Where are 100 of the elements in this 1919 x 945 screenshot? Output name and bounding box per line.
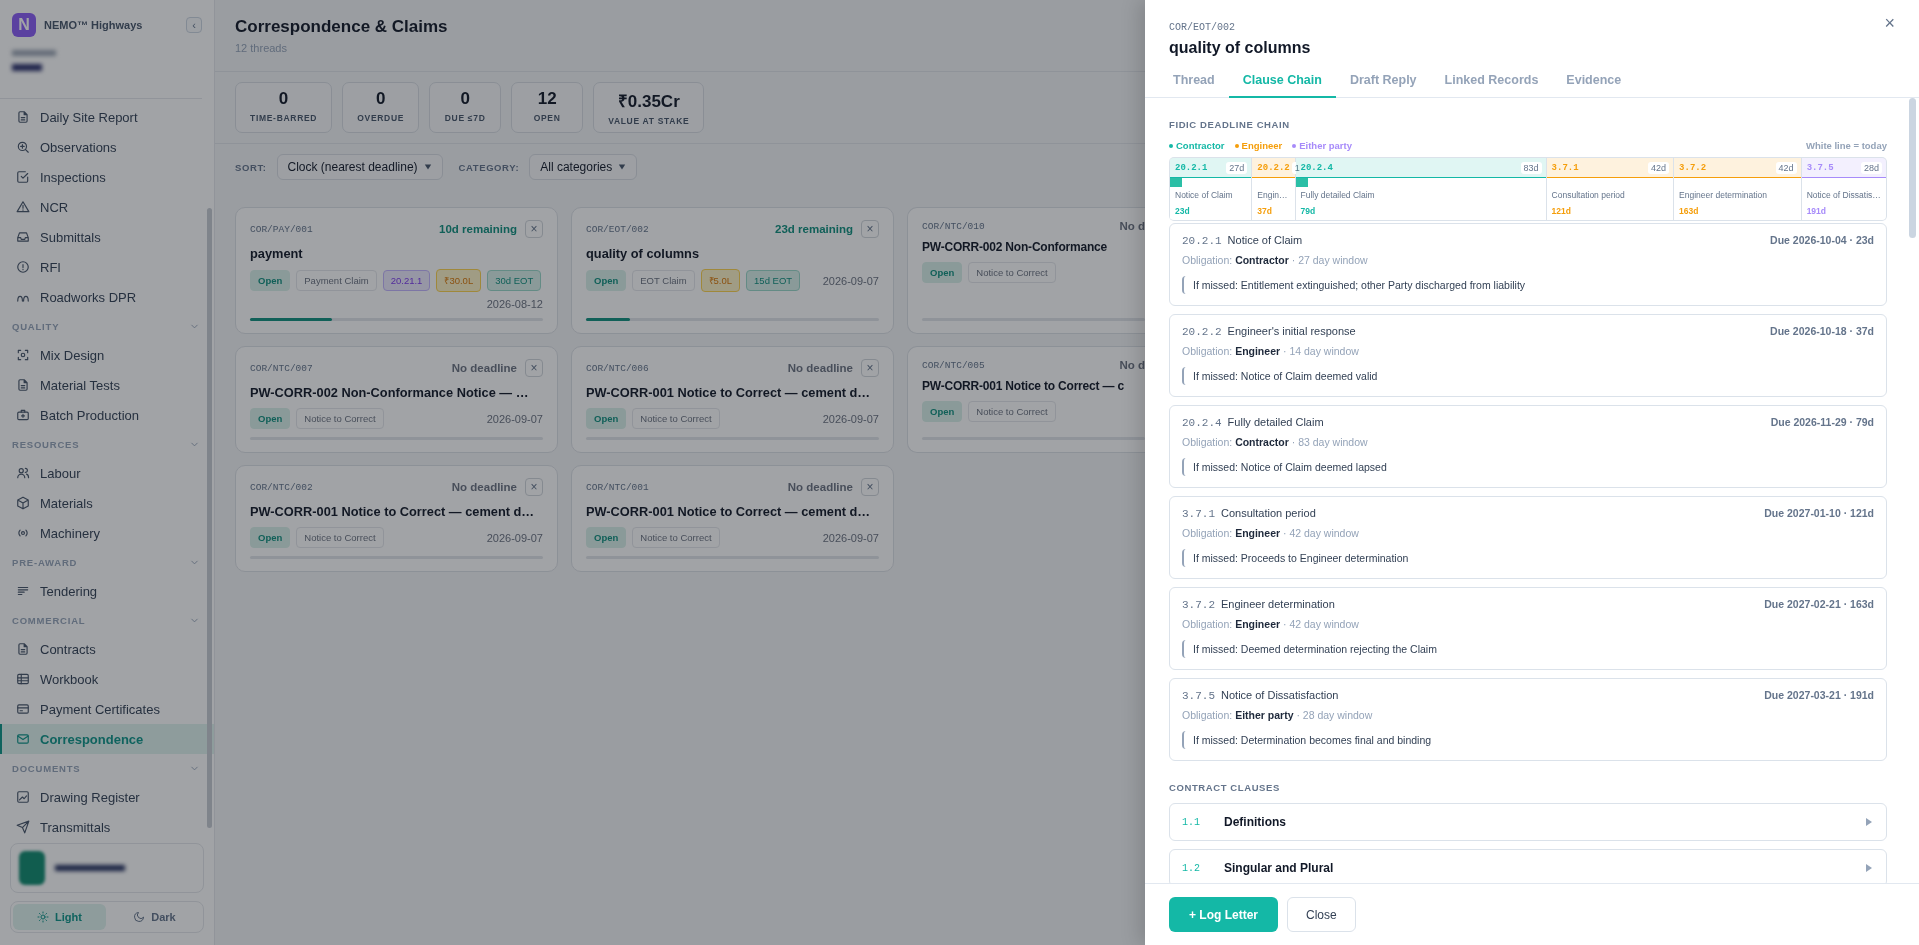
caret-icon (423, 163, 432, 171)
user-card[interactable] (10, 843, 204, 893)
thread-card[interactable]: COR/NTC/005 No d PW-CORR-001 Notice to Correct — c Open Notice to Correct (907, 346, 1145, 453)
sort-dropdown[interactable]: Clock (nearest deadline) (276, 154, 443, 180)
app-name: NEMO™ Highways (44, 19, 144, 31)
scrollbar[interactable] (207, 208, 212, 828)
section-heading: CONTRACT CLAUSES (1169, 782, 1280, 793)
date-text: 2026-08-12 (486, 298, 543, 310)
status-badge: Open (586, 408, 627, 429)
thread-title: PW-CORR-001 Notice to Correct — cement d… (250, 504, 536, 519)
theme-toggle[interactable]: Light Dark (10, 901, 204, 933)
clause-number: 3.7.2 (1182, 599, 1215, 611)
checkbox-icon (16, 170, 30, 184)
scrollbar[interactable] (1909, 98, 1916, 238)
clause-number: 20.2.2 (1257, 162, 1290, 173)
thread-title: payment (250, 246, 304, 261)
thread-card[interactable]: COR/NTC/007 No deadline × PW-CORR-002 Non-Conformance Notice — … Open Notice to Correct 2026-09-07 (235, 346, 558, 453)
segment-label: Notice of Claim (1174, 189, 1234, 200)
table-icon (16, 672, 30, 686)
nav-item[interactable]: Inspections (0, 162, 214, 192)
clause-number: 3.7.1 (1182, 508, 1215, 520)
deadline-status: 23d remaining (775, 223, 853, 235)
dismiss-button[interactable]: × (525, 478, 543, 496)
status-badge: Open (586, 270, 627, 291)
category-dropdown[interactable]: All categories (529, 154, 638, 180)
section-heading: COMMERCIAL (12, 614, 86, 626)
amount-tag: ₹5.0L (700, 269, 741, 292)
blurred-text (12, 64, 42, 71)
clause-row[interactable]: 1.1 Definitions (1169, 803, 1887, 841)
reference-number: COR/NTC/006 (586, 362, 650, 374)
category-tag: Notice to Correct (968, 262, 1056, 283)
collapse-button[interactable]: ‹ (186, 17, 202, 33)
send-icon (16, 820, 30, 834)
close-button[interactable]: Close (1287, 897, 1356, 932)
sun-icon (37, 911, 50, 923)
deadline-title: Consultation period (1221, 507, 1316, 519)
clause-number: 3.7.5 (1806, 162, 1834, 173)
deadline-title: Notice of Dissatisfaction (1221, 689, 1339, 701)
dismiss-button[interactable]: × (861, 220, 879, 238)
theme-option[interactable]: Dark (108, 904, 201, 930)
avatar (19, 851, 45, 885)
thread-card[interactable]: COR/PAY/001 10d remaining × payment Open Payment Claim 20.21.1 ₹30.0L 30d EOT 2026-08-12 (235, 207, 558, 334)
status-badge: Open (250, 270, 291, 291)
obligation-text: Obligation: Contractor · 83 day window (1182, 436, 1369, 448)
obligation-text: Obligation: Engineer · 14 day window (1182, 345, 1360, 357)
thread-title: PW-CORR-001 Notice to Correct — cement d… (586, 385, 872, 400)
day-offset: 163d (1678, 205, 1700, 218)
stat-label: TIME-BARRED (250, 113, 318, 123)
deadline-status: No deadline (451, 481, 517, 493)
thread-card[interactable]: COR/NTC/001 No deadline × PW-CORR-001 Notice to Correct — cement d… Open Notice to Correct 2026-09-07 (571, 465, 894, 572)
date-text: 2026-09-07 (822, 274, 879, 287)
dismiss-button[interactable]: × (861, 359, 879, 377)
warning-icon (16, 200, 30, 214)
consequence-text: If missed: Deemed determination rejecting the Claim (1182, 640, 1874, 658)
section-heading: RESOURCES (12, 438, 80, 450)
deadline-status: No d (1119, 220, 1145, 232)
thread-card[interactable]: COR/NTC/002 No deadline × PW-CORR-001 Notice to Correct — cement d… Open Notice to Correct 2026-09-07 (235, 465, 558, 572)
thread-card[interactable]: COR/NTC/010 No d PW-CORR-002 Non-Conformance Open Notice to Correct (907, 207, 1145, 334)
segment-label: Engineer determination (1678, 189, 1768, 200)
deadline-status: No deadline (787, 481, 853, 493)
thread-card[interactable]: COR/EOT/002 23d remaining × quality of columns Open EOT Claim ₹5.0L 15d EOT 2026-09-07 (571, 207, 894, 334)
day-offset: 37d (1256, 205, 1273, 218)
day-offset: 79d (1299, 205, 1317, 218)
stat-value: 12 (537, 89, 557, 109)
deadline-status: 10d remaining (439, 223, 517, 235)
category-tag: EOT Claim (632, 270, 695, 291)
nav-item[interactable]: Daily Site Report (0, 102, 214, 132)
date-text: 2026-09-07 (486, 412, 543, 425)
moon-icon (133, 911, 146, 923)
filter-label: SORT: (235, 161, 267, 173)
deadline-status: No d (1119, 359, 1145, 371)
consequence-text: If missed: Proceeds to Engineer determination (1182, 549, 1874, 567)
section-heading: QUALITY (12, 320, 60, 332)
zoom-in-icon (16, 140, 30, 154)
dismiss-button[interactable]: × (525, 220, 543, 238)
status-badge: Open (922, 401, 963, 422)
clause-number: 20.2.4 (1182, 417, 1222, 429)
thread-title: quality of columns (586, 246, 701, 261)
users-icon (16, 466, 30, 480)
reference-number: COR/EOT/002 (1169, 22, 1235, 33)
close-button[interactable]: × (1882, 14, 1897, 32)
segment-label: Notice of Dissatis… (1805, 189, 1882, 200)
alert-circle-icon (16, 260, 30, 274)
stat-label: VALUE AT STAKE (608, 116, 690, 126)
nav-item[interactable]: Observations (0, 132, 214, 162)
consequence-text: If missed: Notice of Claim deemed lapsed (1182, 458, 1874, 476)
section-heading: DOCUMENTS (12, 762, 81, 774)
segment-label: Engin… (1256, 189, 1289, 200)
obligation-text: Obligation: Engineer · 42 day window (1182, 527, 1360, 539)
clause-number: 3.7.5 (1182, 690, 1215, 702)
window-badge: 42d (1648, 161, 1670, 174)
thread-card[interactable]: COR/NTC/006 No deadline × PW-CORR-001 Notice to Correct — cement d… Open Notice to Correct 2026-09-07 (571, 346, 894, 453)
obligation-text: Obligation: Engineer · 42 day window (1182, 618, 1360, 630)
caret-icon (618, 163, 627, 171)
briefcase-icon (16, 408, 30, 422)
stat-label: DUE ≤7D (444, 113, 486, 123)
image-icon (16, 790, 30, 804)
status-badge: Open (922, 262, 963, 283)
dismiss-button[interactable]: × (861, 478, 879, 496)
dismiss-button[interactable]: × (525, 359, 543, 377)
